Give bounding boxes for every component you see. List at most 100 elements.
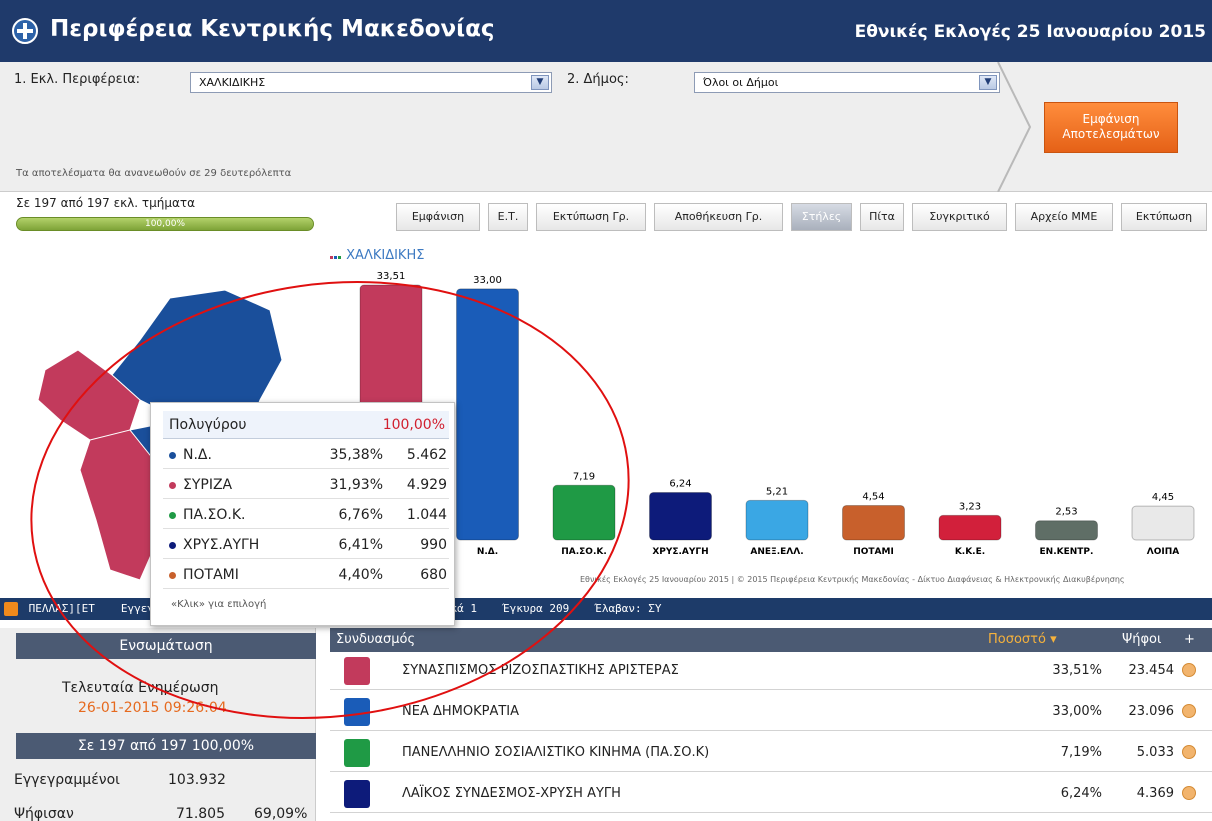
tooltip-party: ΠΟΤΑΜΙ — [183, 567, 239, 583]
table-row[interactable]: ΛΑΪΚΟΣ ΣΥΝΔΕΣΜΟΣ-ΧΡΥΣΗ ΑΥΓΗ 6,24% 4.369 — [330, 776, 1212, 813]
col-party: Συνδυασμός — [336, 632, 416, 647]
bar-value-label: 6,24 — [669, 479, 691, 490]
map-tooltip: Πολυγύρου 100,00% Ν.Δ. 35,38% 5.462 ΣΥΡΙΖΑ 3… — [150, 402, 455, 626]
chart-bar[interactable] — [456, 288, 519, 541]
tooltip-votes: 990 — [420, 537, 447, 553]
bullet-icon — [169, 512, 176, 519]
chart-title: ΧΑΛΚΙΔΙΚΗΣ — [330, 248, 424, 263]
chart-bar[interactable] — [938, 514, 1002, 541]
party-votes: 5.033 — [1136, 745, 1174, 760]
toolbar-button[interactable]: Αποθήκευση Γρ. — [654, 203, 783, 231]
chart-bar[interactable] — [649, 492, 712, 541]
toolbar-button[interactable]: Πίτα — [860, 203, 904, 231]
progress-text: 100,00% — [144, 219, 186, 229]
toolbar-button[interactable]: Εκτύπωση Γρ. — [536, 203, 646, 231]
last-update-value: 26-01-2015 09:26:04 — [78, 700, 227, 716]
bar-value-label: 5,21 — [766, 486, 788, 497]
tooltip-pct: 35,38% — [329, 447, 383, 463]
bullet-icon — [169, 452, 176, 459]
show-results-button[interactable]: Εμφάνιση Αποτελεσμάτων — [1044, 102, 1178, 153]
tooltip-header: Πολυγύρου 100,00% — [163, 411, 449, 439]
tooltip-pct: 6,76% — [338, 507, 383, 523]
bar-value-label: 33,51 — [377, 272, 406, 282]
chart-bar[interactable] — [1035, 520, 1098, 541]
party-name: ΠΑΝΕΛΛΗΝΙΟ ΣΟΣΙΑΛΙΣΤΙΚΟ ΚΙΝΗΜΑ (ΠΑ.ΣΟ.Κ) — [402, 745, 710, 760]
bar-category-label: ΛΟΙΠΑ — [1147, 547, 1179, 557]
tooltip-pct: 4,40% — [338, 567, 383, 583]
col-votes[interactable]: Ψήφοι — [1122, 628, 1161, 652]
chart-bar[interactable] — [1131, 505, 1195, 541]
rss-icon[interactable] — [4, 602, 18, 616]
toolbar-button[interactable]: Ε.Τ. — [488, 203, 528, 231]
party-name: ΝΕΑ ΔΗΜΟΚΡΑΤΙΑ — [402, 704, 520, 719]
tooltip-hint: «Κλικ» για επιλογή — [171, 599, 267, 610]
toolbar-button[interactable]: Στήλες — [791, 203, 852, 231]
toolbar-button[interactable]: Συγκριτικό — [912, 203, 1007, 231]
chart-bar[interactable] — [842, 504, 905, 541]
party-logo-icon — [344, 657, 370, 685]
add-column-button[interactable]: + — [1184, 628, 1195, 652]
tooltip-votes: 5.462 — [406, 447, 447, 463]
voted-label: Ψήφισαν — [14, 806, 74, 821]
voted-pct: 69,09% — [254, 806, 308, 821]
bar-value-label: 4,54 — [862, 491, 884, 502]
embed-header[interactable]: Ενσωμάτωση — [16, 633, 316, 659]
registered-value: 103.932 — [168, 772, 226, 788]
election-title: Εθνικές Εκλογές 25 Ιανουαρίου 2015 — [854, 22, 1206, 42]
title-bar: Περιφέρεια Κεντρικής Μακεδονίας Εθνικές … — [0, 0, 1212, 62]
page-title: Περιφέρεια Κεντρικής Μακεδονίας — [50, 16, 495, 42]
col-pct[interactable]: Ποσοστό ▾ — [988, 628, 1057, 652]
chart-title-text: ΧΑΛΚΙΔΙΚΗΣ — [346, 248, 425, 263]
tooltip-pct: 6,41% — [338, 537, 383, 553]
voted-value: 71.805 — [176, 806, 225, 821]
bar-category-label: Ν.Δ. — [477, 547, 498, 557]
details-icon[interactable] — [1182, 745, 1196, 759]
bar-value-label: 2,53 — [1055, 507, 1077, 518]
chart-footnote: Εθνικές Εκλογές 25 Ιανουαρίου 2015 | © 2… — [580, 575, 1125, 584]
toolbar-button[interactable]: Εκτύπωση — [1121, 203, 1207, 231]
party-votes: 23.454 — [1128, 663, 1175, 678]
details-icon[interactable] — [1182, 704, 1196, 718]
chevron-down-icon[interactable]: ▼ — [531, 75, 549, 90]
region-select-value: ΧΑΛΚΙΔΙΚΗΣ — [199, 76, 266, 89]
toolbar-button[interactable]: Αρχείο ΜΜΕ — [1015, 203, 1113, 231]
details-icon[interactable] — [1182, 663, 1196, 677]
chart-bar[interactable] — [745, 499, 809, 541]
bar-value-label: 7,19 — [573, 471, 595, 482]
party-name: ΣΥΝΑΣΠΙΣΜΟΣ ΡΙΖΟΣΠΑΣΤΙΚΗΣ ΑΡΙΣΤΕΡΑΣ — [402, 663, 679, 678]
table-row[interactable]: ΣΥΝΑΣΠΙΣΜΟΣ ΡΙΖΟΣΠΑΣΤΙΚΗΣ ΑΡΙΣΤΕΡΑΣ 33,51… — [330, 653, 1212, 690]
bullet-icon — [169, 482, 176, 489]
tooltip-row: ΧΡΥΣ.ΑΥΓΗ 6,41% 990 — [163, 531, 449, 559]
tooltip-party: ΣΥΡΙΖΑ — [183, 477, 233, 493]
bar-category-label: ΕΝ.ΚΕΝΤΡ. — [1040, 547, 1094, 557]
details-icon[interactable] — [1182, 786, 1196, 800]
tooltip-row: ΣΥΡΙΖΑ 31,93% 4.929 — [163, 471, 449, 499]
toolbar-button[interactable]: Εμφάνιση — [396, 203, 480, 231]
ticker-segment: Έγκυρα 209 — [503, 602, 570, 615]
bar-category-label: ΠΑ.ΣΟ.Κ. — [561, 547, 607, 557]
ticker-segment: Έλαβαν: ΣΥ — [595, 602, 662, 615]
tooltip-row: ΠΟΤΑΜΙ 4,40% 680 — [163, 561, 449, 589]
bar-value-label: 33,00 — [473, 275, 502, 286]
tooltip-votes: 4.929 — [406, 477, 447, 493]
municipality-select[interactable]: Όλοι οι Δήμοι ▼ — [694, 72, 1000, 93]
bar-category-label: ΑΝΕΞ.ΕΛΛ. — [750, 547, 803, 557]
refresh-note: Τα αποτελέσματα θα ανανεωθούν σε 29 δευτ… — [16, 168, 292, 179]
bar-category-label: Κ.Κ.Ε. — [955, 547, 985, 557]
tooltip-row: Ν.Δ. 35,38% 5.462 — [163, 441, 449, 469]
table-row[interactable]: ΠΑΝΕΛΛΗΝΙΟ ΣΟΣΙΑΛΙΣΤΙΚΟ ΚΙΝΗΜΑ (ΠΑ.ΣΟ.Κ)… — [330, 735, 1212, 772]
bullet-icon — [169, 572, 176, 579]
step-chevron — [997, 62, 1032, 192]
tooltip-votes: 680 — [420, 567, 447, 583]
tooltip-party: ΧΡΥΣ.ΑΥΓΗ — [183, 537, 260, 553]
tooltip-party: ΠΑ.ΣΟ.Κ. — [183, 507, 246, 523]
sections-count: Σε 197 από 197 εκλ. τμήματα — [16, 196, 196, 210]
party-pct: 6,24% — [1060, 786, 1102, 801]
tooltip-pct: 31,93% — [329, 477, 383, 493]
sections-summary: Σε 197 από 197 100,00% — [16, 733, 316, 759]
municipality-label: 2. Δήμος: — [567, 72, 629, 87]
col-pct-label: Ποσοστό — [988, 632, 1046, 647]
region-select[interactable]: ΧΑΛΚΙΔΙΚΗΣ ▼ — [190, 72, 552, 93]
chart-bar[interactable] — [552, 484, 616, 541]
table-row[interactable]: ΝΕΑ ΔΗΜΟΚΡΑΤΙΑ 33,00% 23.096 — [330, 694, 1212, 731]
